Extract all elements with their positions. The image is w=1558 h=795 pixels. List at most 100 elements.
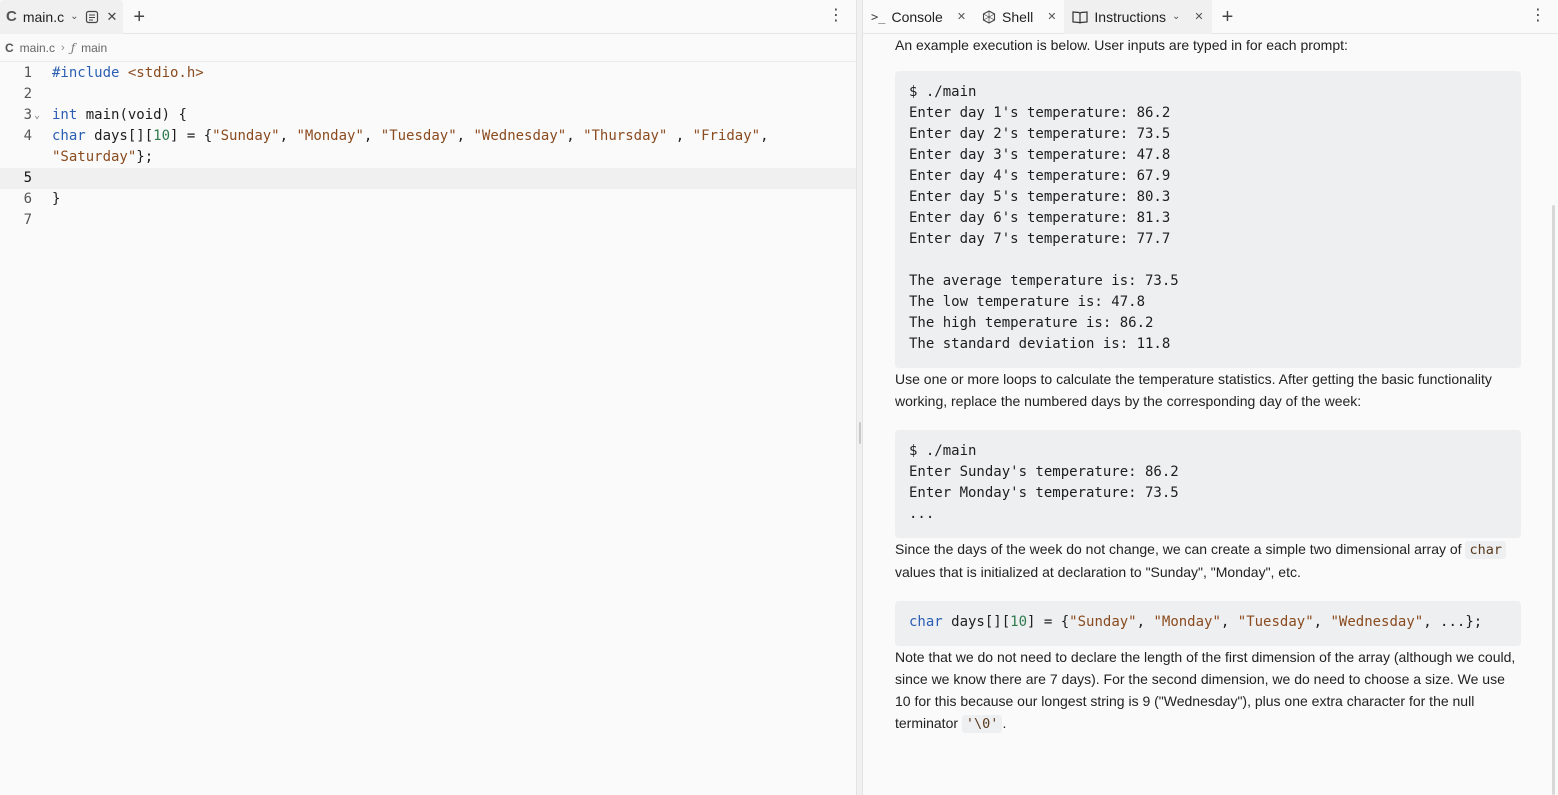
code-line: 2: [0, 84, 856, 105]
tab-console[interactable]: >_ Console ✕: [863, 0, 974, 34]
inline-code: char: [1465, 541, 1506, 559]
tab-label: Shell: [1002, 8, 1034, 25]
code-text: days[][: [85, 128, 154, 144]
string-token: "Wednesday": [1330, 614, 1424, 630]
editor-tabbar: C main.c ⌄ ✕ + ⋮: [0, 0, 856, 34]
example-output-block: $ ./main Enter Sunday's temperature: 86.…: [895, 430, 1521, 538]
instruction-paragraph: An example execution is below. User inpu…: [895, 37, 1348, 53]
code-editor[interactable]: 1 #include <stdio.h> 2 3 ⌄ int main(void…: [0, 63, 856, 795]
code-line: 1 #include <stdio.h>: [0, 63, 856, 84]
example-output-block: $ ./main Enter day 1's temperature: 86.2…: [895, 71, 1521, 368]
tab-instructions[interactable]: Instructions ⌄ ✕: [1064, 0, 1212, 34]
terminal-icon: >_: [871, 9, 886, 24]
keyword-token: char: [52, 128, 86, 144]
code-text: ,: [566, 128, 584, 144]
chevron-down-icon[interactable]: ⌄: [1172, 11, 1180, 22]
paragraph-text: values that is initialized at declaratio…: [895, 564, 1301, 580]
tab-label: Instructions: [1094, 8, 1166, 25]
code-line: 6 }: [0, 189, 856, 210]
code-text: main(void) {: [77, 107, 187, 123]
instruction-paragraph: Note that we do not need to declare the …: [895, 646, 1521, 735]
instructions-content: An example execution is below. User inpu…: [863, 34, 1558, 795]
function-icon: ƒ: [70, 40, 76, 55]
breadcrumb: C main.c › ƒ main: [0, 34, 856, 62]
code-line-wrapped: "Saturday"};: [0, 147, 856, 168]
string-token: "Wednesday": [473, 128, 567, 144]
code-line: 4 char days[][10] = {"Sunday", "Monday",…: [0, 126, 856, 147]
string-token: "Monday": [296, 128, 364, 144]
resize-grip-icon: [859, 422, 861, 444]
editor-pane: C main.c ⌄ ✕ + ⋮ C main.c › ƒ main 1 #in…: [0, 0, 856, 795]
line-number: 2: [23, 86, 32, 102]
code-text: , ...};: [1423, 614, 1483, 630]
c-language-icon: C: [6, 8, 17, 25]
code-text: days[][: [942, 614, 1011, 630]
number-token: 10: [153, 128, 171, 144]
inline-code: '\0': [961, 715, 1003, 733]
line-number: 6: [23, 191, 32, 207]
code-line: 7: [0, 210, 856, 231]
number-token: 10: [1010, 614, 1028, 630]
line-number: 1: [23, 65, 32, 81]
string-token: "Tuesday": [380, 128, 457, 144]
code-line: 3 ⌄ int main(void) {: [0, 105, 856, 126]
code-text: ,: [1220, 614, 1238, 630]
string-token: "Friday": [692, 128, 761, 144]
add-tab-icon[interactable]: +: [1212, 7, 1244, 27]
keyword-token: char: [909, 614, 943, 630]
preprocessor-token: #include: [52, 65, 128, 81]
more-options-icon[interactable]: ⋮: [828, 8, 844, 24]
tab-label: main.c: [22, 8, 65, 25]
book-icon: [1072, 10, 1089, 24]
code-text: ,: [1313, 614, 1331, 630]
fold-chevron-icon[interactable]: ⌄: [34, 105, 40, 126]
instruction-paragraph: Since the days of the week do not change…: [895, 538, 1521, 583]
line-number: 7: [23, 212, 32, 228]
breadcrumb-symbol[interactable]: main: [81, 41, 107, 55]
string-token: "Saturday": [52, 149, 137, 165]
document-outline-icon[interactable]: [84, 9, 100, 25]
tab-shell[interactable]: Shell ✕: [974, 0, 1064, 34]
code-text: ] = {: [170, 128, 213, 144]
string-token: "Tuesday": [1237, 614, 1314, 630]
c-language-icon: C: [5, 40, 14, 55]
code-text: ,: [760, 128, 769, 144]
code-example-block: char days[][10] = {"Sunday", "Monday", "…: [895, 601, 1521, 646]
shell-icon: [982, 9, 996, 24]
instruction-paragraph: Use one or more loops to calculate the t…: [895, 371, 1492, 409]
chevron-down-icon[interactable]: ⌄: [70, 11, 78, 22]
string-token: "Sunday": [212, 128, 280, 144]
scrollbar[interactable]: [1552, 205, 1555, 795]
code-text: ,: [667, 128, 693, 144]
keyword-token: int: [52, 107, 78, 123]
tab-label: Console: [891, 8, 943, 25]
code-text: ,: [279, 128, 297, 144]
string-token: "Thursday": [583, 128, 668, 144]
code-text: ,: [363, 128, 381, 144]
close-icon[interactable]: ✕: [106, 9, 117, 25]
close-icon[interactable]: ✕: [949, 10, 966, 23]
string-token: "Sunday": [1069, 614, 1137, 630]
right-tabbar: >_ Console ✕ Shell ✕ Instructions ⌄ ✕ + …: [863, 0, 1558, 34]
include-path-token: <stdio.h>: [127, 65, 204, 81]
line-number: 4: [23, 128, 32, 144]
code-text: }: [52, 191, 61, 207]
add-tab-icon[interactable]: +: [123, 7, 155, 27]
line-number: 5: [23, 170, 32, 186]
breadcrumb-file[interactable]: main.c: [20, 41, 55, 55]
line-number: 3: [23, 107, 32, 123]
tab-main-c[interactable]: C main.c ⌄ ✕: [0, 0, 124, 34]
string-token: "Monday": [1153, 614, 1221, 630]
code-text: };: [136, 149, 154, 165]
pane-resize-handle[interactable]: [856, 0, 863, 795]
instructions-pane: >_ Console ✕ Shell ✕ Instructions ⌄ ✕ + …: [863, 0, 1558, 795]
code-text: ,: [1136, 614, 1154, 630]
paragraph-text: .: [1002, 715, 1007, 731]
paragraph-text: Since the days of the week do not change…: [895, 541, 1466, 557]
more-options-icon[interactable]: ⋮: [1530, 8, 1546, 24]
code-text: ,: [456, 128, 474, 144]
close-icon[interactable]: ✕: [1186, 10, 1203, 23]
code-text: ] = {: [1027, 614, 1070, 630]
close-icon[interactable]: ✕: [1039, 10, 1056, 23]
code-line-current: 5: [0, 168, 856, 189]
